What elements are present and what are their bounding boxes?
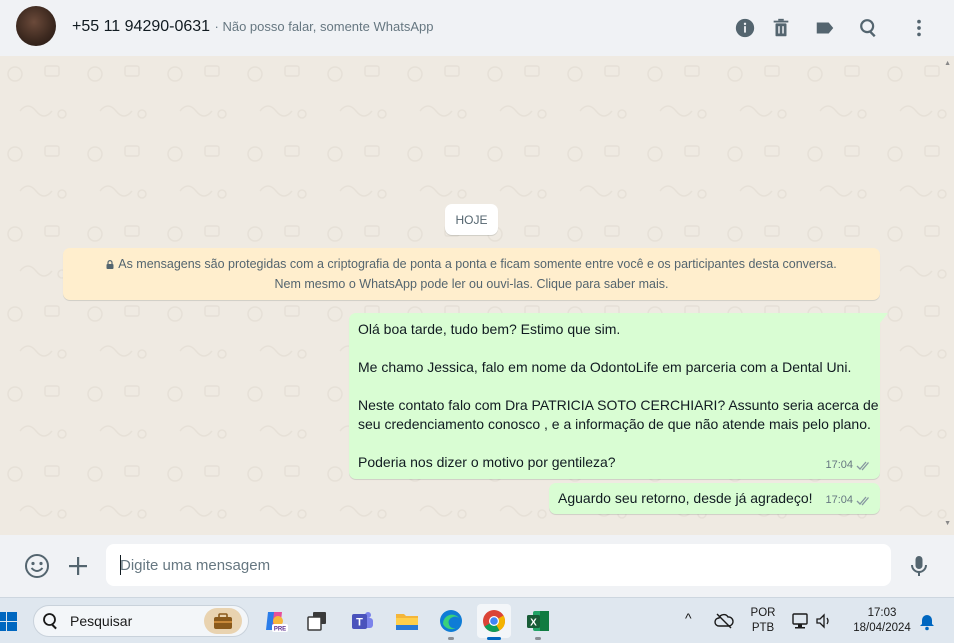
double-check-icon — [856, 461, 869, 471]
excel-icon[interactable]: X — [521, 604, 555, 640]
message-input[interactable] — [106, 544, 891, 586]
message-meta: 17:04 — [825, 491, 872, 510]
search-icon[interactable] — [857, 16, 881, 40]
contact-name: +55 11 94290-0631 — [72, 18, 211, 35]
running-indicator — [448, 637, 454, 640]
text-cursor — [120, 555, 121, 575]
message-line: Poderia nos dizer o motivo por gentileza… — [358, 454, 616, 470]
message-time: 17:04 — [825, 494, 853, 506]
label-icon[interactable] — [813, 16, 837, 40]
bubble-tail — [880, 313, 888, 323]
trash-icon[interactable] — [769, 16, 793, 40]
copilot-badge: PRE — [274, 627, 286, 633]
microphone-icon[interactable] — [906, 553, 932, 579]
file-explorer-icon[interactable] — [390, 604, 424, 638]
windows-start-icon[interactable] — [0, 610, 18, 632]
language-indicator[interactable]: POR PTB — [748, 606, 778, 636]
info-icon[interactable] — [733, 16, 757, 40]
clock-time: 17:03 — [867, 607, 897, 619]
encryption-notice-text: As mensagens são protegidas com a cripto… — [118, 257, 837, 291]
windows-taskbar: Pesquisar PRE T X ^ POR PTB 17:03 18/04/… — [0, 597, 954, 643]
contact-status: · Não posso falar, somente WhatsApp — [214, 19, 434, 34]
taskbar-search-label: Pesquisar — [70, 613, 133, 629]
onedrive-sync-icon[interactable] — [714, 612, 734, 630]
date-divider: HOJE — [445, 204, 498, 235]
outgoing-message[interactable]: Olá boa tarde, tudo bem? Estimo que sim.… — [349, 313, 888, 479]
tray-overflow-chevron-icon[interactable]: ^ — [685, 611, 692, 626]
scroll-up-arrow[interactable]: ▲ — [944, 60, 951, 67]
running-indicator — [535, 637, 541, 640]
task-view-icon[interactable] — [300, 604, 334, 638]
keyboard-layout: PTB — [751, 622, 775, 634]
svg-text:T: T — [356, 617, 363, 629]
message-time: 17:04 — [825, 459, 853, 471]
message-line: Olá boa tarde, tudo bem? Estimo que sim. — [358, 321, 621, 337]
copilot-icon[interactable]: PRE — [258, 604, 292, 638]
active-indicator — [487, 637, 501, 640]
message-line: seu credenciamento conosco , e a informa… — [358, 416, 871, 432]
language-code: POR — [750, 607, 776, 619]
message-line: Neste contato falo com Dra PATRICIA SOTO… — [358, 397, 879, 413]
more-icon[interactable] — [907, 16, 931, 40]
svg-text:X: X — [530, 618, 537, 629]
message-meta: 17:04 — [825, 456, 872, 475]
emoji-icon[interactable] — [24, 553, 50, 579]
double-check-icon — [856, 496, 869, 506]
attach-plus-icon[interactable] — [65, 553, 91, 579]
clock-date: 18/04/2024 — [853, 622, 911, 634]
outgoing-message[interactable]: Aguardo seu retorno, desde já agradeço! … — [549, 483, 880, 514]
notification-bell-icon[interactable] — [919, 613, 935, 631]
edge-icon[interactable] — [434, 604, 468, 640]
network-icon[interactable] — [791, 611, 811, 631]
chrome-icon[interactable] — [477, 604, 511, 640]
volume-icon[interactable] — [815, 612, 833, 630]
search-icon — [43, 613, 57, 630]
contact-avatar[interactable] — [16, 6, 56, 46]
teams-icon[interactable]: T — [345, 604, 379, 638]
scroll-down-arrow[interactable]: ▼ — [944, 520, 951, 527]
encryption-notice[interactable]: As mensagens são protegidas com a cripto… — [63, 248, 880, 300]
contact-info[interactable]: +55 11 94290-0631 · Não posso falar, som… — [72, 18, 433, 36]
message-line: Me chamo Jessica, falo em nome da Odonto… — [358, 359, 852, 375]
taskbar-search[interactable]: Pesquisar — [33, 605, 249, 637]
chat-header: +55 11 94290-0631 · Não posso falar, som… — [0, 0, 954, 56]
message-line: Aguardo seu retorno, desde já agradeço! — [558, 490, 813, 506]
briefcase-icon — [204, 608, 242, 634]
message-composer — [0, 535, 954, 597]
clock[interactable]: 17:03 18/04/2024 — [846, 606, 918, 636]
lock-icon — [106, 260, 114, 269]
